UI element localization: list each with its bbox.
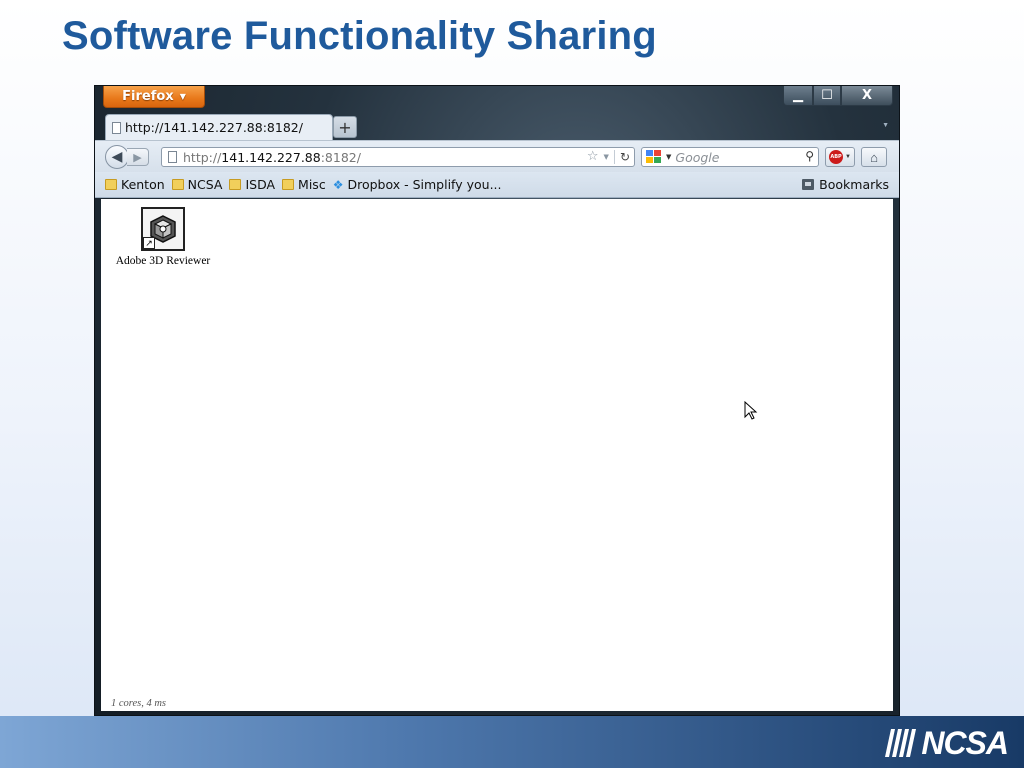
back-forward-group: ◀ ▶ xyxy=(105,145,157,169)
url-port-path: :8182/ xyxy=(320,149,361,165)
desktop-shortcut[interactable]: ↗ Adobe 3D Reviewer xyxy=(111,207,215,267)
page-icon xyxy=(168,151,177,163)
address-text: http://141.142.227.88:8182/ xyxy=(183,150,361,165)
bookmark-label: Dropbox - Simplify you... xyxy=(347,177,502,192)
forward-arrow-icon: ▶ xyxy=(133,150,142,164)
close-button[interactable]: X xyxy=(841,86,893,106)
back-button[interactable]: ◀ xyxy=(105,145,129,169)
address-bar[interactable]: http://141.142.227.88:8182/ ☆ ▼ ↻ xyxy=(161,147,635,167)
bookmarks-menu-label: Bookmarks xyxy=(819,177,889,192)
chevron-down-icon: ▼ xyxy=(179,92,186,101)
bookmark-misc[interactable]: Misc xyxy=(282,177,326,192)
mouse-cursor-icon xyxy=(744,401,758,420)
folder-icon xyxy=(229,179,242,190)
tab-strip: http://141.142.227.88:8182/ + ▼ xyxy=(95,112,899,140)
url-scheme: http:// xyxy=(183,149,222,165)
back-arrow-icon: ◀ xyxy=(111,149,123,165)
chevron-down-icon: ▼ xyxy=(845,154,851,160)
address-bar-actions: ☆ ▼ ↻ xyxy=(587,149,630,164)
bookmark-ncsa[interactable]: NCSA xyxy=(171,177,223,192)
bookmark-label: NCSA xyxy=(187,177,223,192)
bookmark-label: Kenton xyxy=(121,177,165,192)
search-input[interactable]: ▼ Google ⚲ xyxy=(641,147,819,167)
chevron-down-icon[interactable]: ▼ xyxy=(604,153,609,161)
footer-bar: NCSA xyxy=(0,716,1024,768)
minimize-button[interactable]: ▁ xyxy=(783,86,813,106)
status-text: 1 cores, 4 ms xyxy=(111,698,167,709)
google-icon[interactable] xyxy=(646,150,662,164)
browser-window: Firefox ▼ ▁ ☐ X http://141.142.227.88:81… xyxy=(94,85,900,716)
page-content: ↗ Adobe 3D Reviewer 1 cores, 4 ms xyxy=(101,199,893,711)
reload-icon[interactable]: ↻ xyxy=(613,149,630,164)
desktop-icon-label: Adobe 3D Reviewer xyxy=(115,255,211,267)
maximize-button[interactable]: ☐ xyxy=(813,86,841,106)
tab-title: http://141.142.227.88:8182/ xyxy=(125,120,303,135)
search-placeholder: Google xyxy=(675,149,720,165)
bookmarks-toolbar: Kenton NCSA ISDA Misc ❖ Dropbox - Simpli… xyxy=(95,172,899,198)
folder-icon xyxy=(171,179,184,190)
adblock-button[interactable]: ABP ▼ xyxy=(825,147,855,167)
title-bar: Firefox ▼ ▁ ☐ X xyxy=(95,86,899,114)
ncsa-stripes-icon xyxy=(885,729,917,757)
bookmark-kenton[interactable]: Kenton xyxy=(105,177,165,192)
firefox-menu-label: Firefox xyxy=(122,89,174,104)
search-icon[interactable]: ⚲ xyxy=(805,149,814,163)
bookmark-isda[interactable]: ISDA xyxy=(229,177,275,192)
ncsa-logo-text: NCSA xyxy=(921,724,1009,761)
dropbox-icon: ❖ xyxy=(332,177,344,192)
shortcut-arrow-icon: ↗ xyxy=(143,237,155,249)
home-button[interactable]: ⌂ xyxy=(861,147,887,167)
bookmark-dropbox[interactable]: ❖ Dropbox - Simplify you... xyxy=(333,177,502,192)
folder-icon xyxy=(105,179,117,190)
chevron-down-icon[interactable]: ▼ xyxy=(666,153,671,161)
tab-active[interactable]: http://141.142.227.88:8182/ xyxy=(105,114,333,140)
bookmarks-icon xyxy=(802,179,815,190)
window-controls: ▁ ☐ X xyxy=(783,86,893,106)
home-icon: ⌂ xyxy=(870,149,878,165)
star-icon[interactable]: ☆ xyxy=(587,149,599,164)
ncsa-logo: NCSA xyxy=(885,725,1009,761)
page-icon xyxy=(112,121,121,134)
adobe-3d-reviewer-icon: ↗ xyxy=(141,207,185,251)
new-tab-button[interactable]: + xyxy=(333,116,357,138)
url-host: 141.142.227.88 xyxy=(221,149,321,165)
firefox-menu-button[interactable]: Firefox ▼ xyxy=(103,86,205,108)
bookmark-label: ISDA xyxy=(245,177,276,192)
navigation-toolbar: ◀ ▶ http://141.142.227.88:8182/ ☆ ▼ ↻ ▼ … xyxy=(95,140,899,173)
bookmark-label: Misc xyxy=(298,177,326,192)
forward-button[interactable]: ▶ xyxy=(127,148,149,166)
folder-icon xyxy=(282,179,295,190)
adblock-icon: ABP xyxy=(829,150,844,164)
bookmarks-menu-button[interactable]: Bookmarks xyxy=(802,177,889,192)
slide-title: Software Functionality Sharing xyxy=(62,14,657,58)
tab-list-icon[interactable]: ▼ xyxy=(882,122,889,129)
